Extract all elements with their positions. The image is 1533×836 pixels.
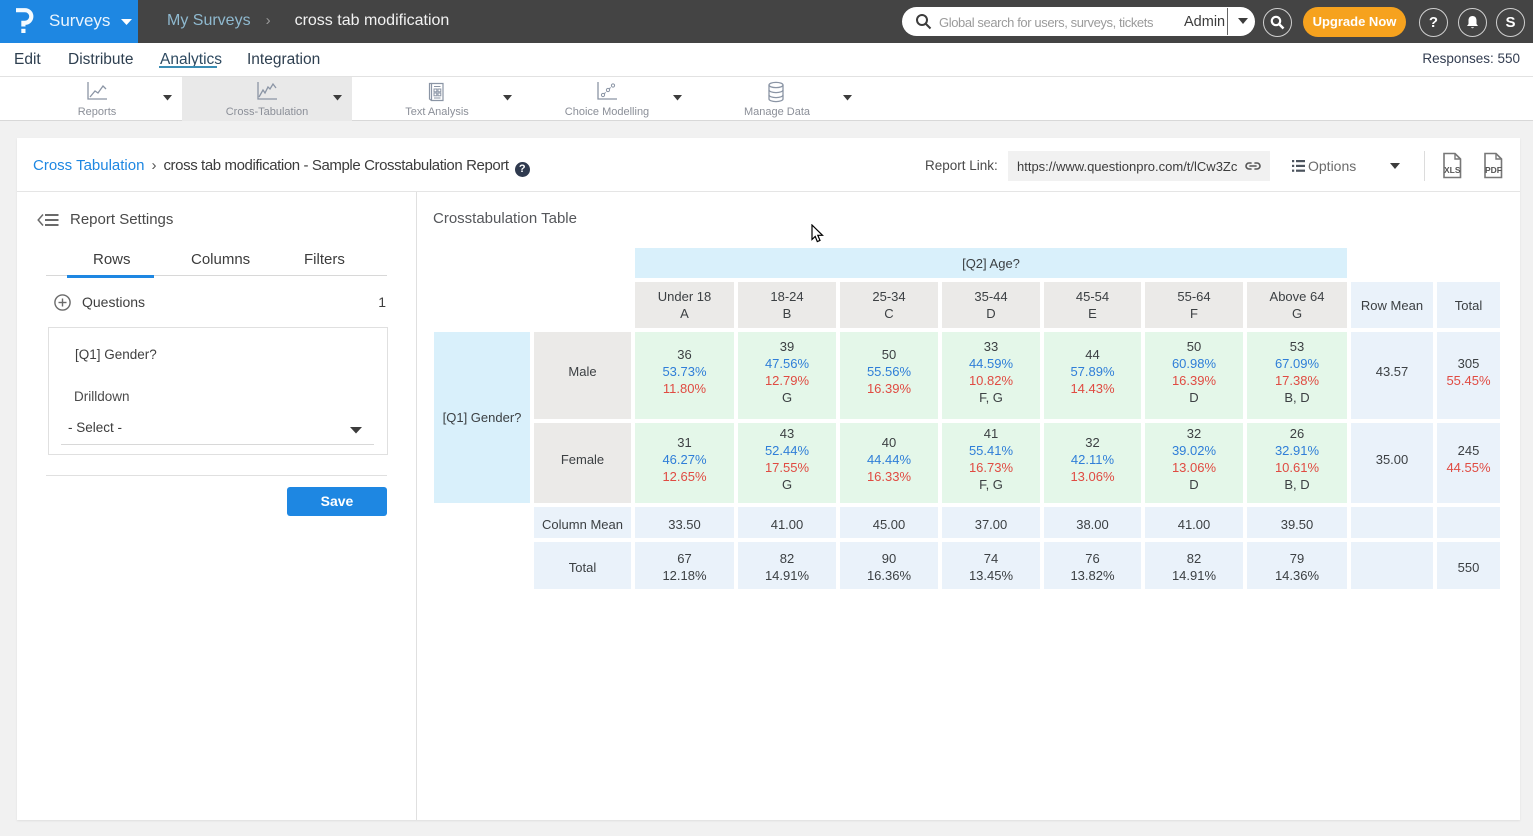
svg-text:PDF: PDF bbox=[1485, 165, 1502, 175]
svg-text:XLS: XLS bbox=[1444, 165, 1461, 175]
